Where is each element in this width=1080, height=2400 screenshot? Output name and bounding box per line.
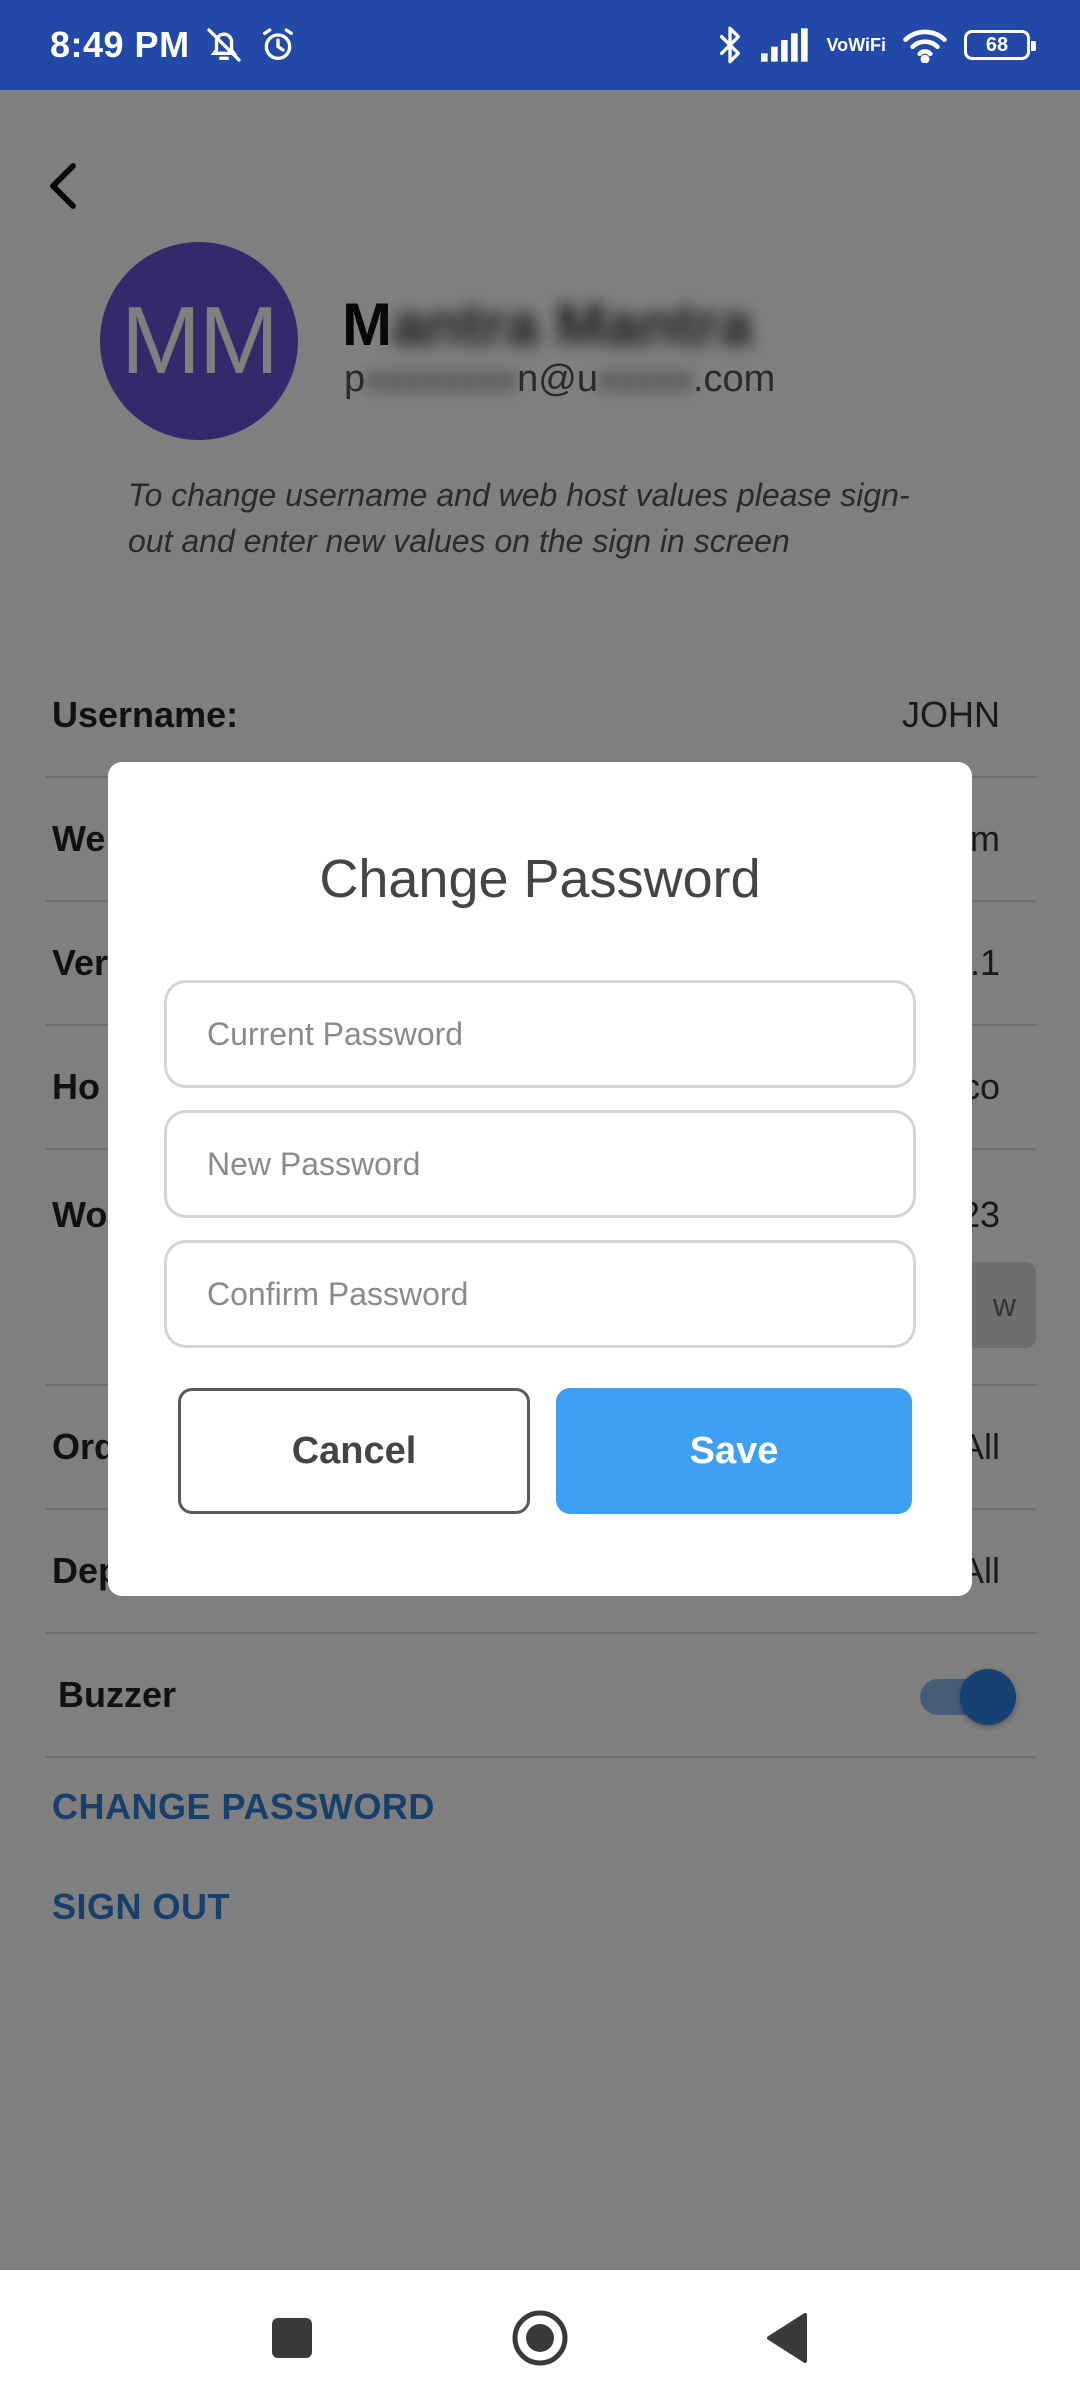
status-left: 8:49 PM — [50, 24, 298, 66]
signal-icon — [760, 28, 811, 62]
screen: 8:49 PM Vo WiFi 68 Change Password Cance… — [0, 0, 1080, 2400]
battery-level: 68 — [985, 33, 1009, 56]
bluetooth-icon — [715, 25, 745, 65]
recents-button[interactable] — [262, 2308, 322, 2368]
cancel-button[interactable]: Cancel — [178, 1388, 530, 1514]
wifi-icon — [902, 27, 948, 63]
triangle-back-icon — [767, 2313, 807, 2363]
dialog-title: Change Password — [319, 849, 761, 909]
vowifi-icon: Vo WiFi — [827, 36, 887, 54]
change-password-dialog: Change Password Cancel Save — [108, 762, 972, 1596]
back-nav-button[interactable] — [756, 2308, 816, 2368]
circle-icon — [512, 2310, 568, 2366]
battery-icon: 68 — [964, 30, 1036, 60]
vowifi-top: Vo — [826, 35, 849, 55]
home-button[interactable] — [510, 2308, 570, 2368]
new-password-field[interactable] — [164, 1110, 916, 1218]
status-right: Vo WiFi 68 — [715, 25, 1036, 65]
status-time: 8:49 PM — [50, 24, 190, 65]
square-icon — [272, 2318, 312, 2358]
navigation-bar — [0, 2270, 1080, 2400]
save-button[interactable]: Save — [556, 1388, 912, 1514]
confirm-password-field[interactable] — [164, 1240, 916, 1348]
vowifi-bottom: WiFi — [848, 35, 886, 55]
alarm-icon — [258, 25, 298, 65]
muted-bell-icon — [204, 25, 244, 65]
status-bar: 8:49 PM Vo WiFi 68 — [0, 0, 1080, 90]
current-password-field[interactable] — [164, 980, 916, 1088]
